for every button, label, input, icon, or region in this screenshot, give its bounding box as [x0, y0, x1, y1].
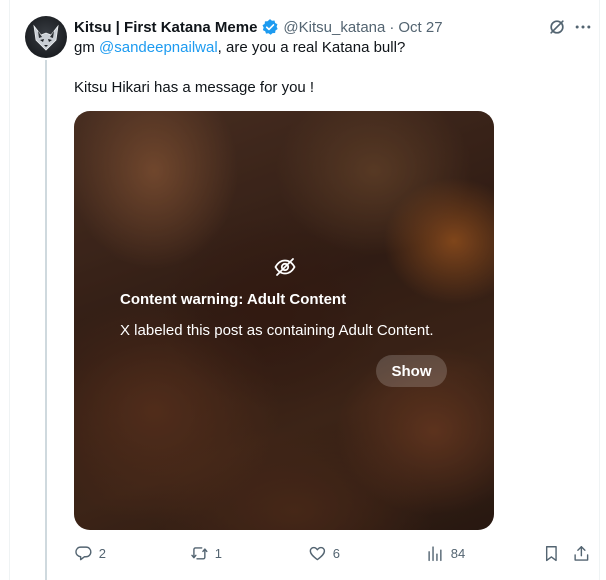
views-button[interactable]: 84: [426, 542, 465, 564]
content-warning-description: X labeled this post as containing Adult …: [120, 322, 434, 339]
eye-off-icon: [273, 255, 297, 279]
media-blur-overlay: [74, 111, 494, 530]
verified-badge-icon[interactable]: [261, 18, 279, 36]
separator-dot: ·: [389, 18, 395, 36]
grok-icon[interactable]: [547, 17, 567, 37]
show-media-button[interactable]: Show: [376, 355, 447, 387]
tweet-text-prefix: gm: [74, 39, 100, 56]
content-warning-title: Content warning: Adult Content: [120, 291, 347, 308]
handle[interactable]: @Kitsu_katana: [283, 19, 385, 36]
more-icon[interactable]: [573, 17, 593, 37]
display-name[interactable]: Kitsu | First Katana Meme: [74, 19, 257, 36]
timestamp[interactable]: Oct 27: [398, 19, 442, 36]
frame-border-right: [599, 0, 600, 580]
sensitive-media: Content warning: Adult Content X labeled…: [74, 111, 494, 530]
repost-count: 1: [214, 545, 222, 561]
tweet-actions: 2 1 6 84: [74, 542, 594, 564]
tweet-text-suffix: , are you a real Katana bull?: [217, 39, 406, 56]
like-count: 6: [332, 545, 340, 561]
frame-border-left: [9, 0, 10, 580]
tweet-text-line-1: gm @sandeepnailwal, are you a real Katan…: [74, 38, 405, 58]
tweet-text-line-2: Kitsu Hikari has a message for you !: [74, 79, 315, 96]
heart-icon: [309, 546, 326, 560]
bookmark-button[interactable]: [542, 542, 561, 564]
fox-mask-icon: [33, 24, 59, 51]
mention-link[interactable]: @sandeepnailwal: [99, 39, 218, 56]
repost-button[interactable]: 1: [190, 542, 222, 564]
views-chart-icon: [428, 546, 442, 561]
thread-line: [45, 60, 47, 580]
views-count: 84: [450, 545, 466, 561]
reply-count: 2: [98, 545, 106, 561]
like-button[interactable]: 6: [308, 542, 340, 564]
bookmark-icon: [545, 545, 557, 561]
repost-icon: [191, 546, 208, 560]
avatar[interactable]: [25, 16, 67, 58]
reply-button[interactable]: 2: [74, 542, 106, 564]
tweet-header: Kitsu | First Katana Meme @Kitsu_katana …: [74, 16, 443, 38]
share-button[interactable]: [572, 542, 591, 564]
reply-icon: [75, 546, 92, 560]
share-icon: [574, 545, 589, 561]
